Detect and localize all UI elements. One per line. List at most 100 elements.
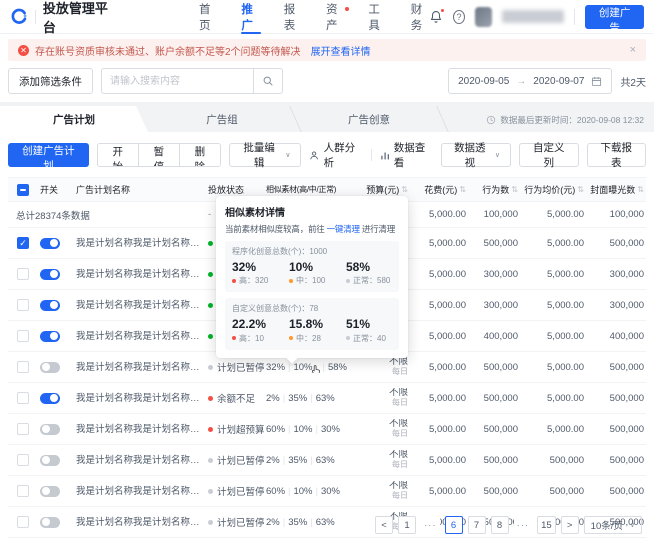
cover-expo-cell: 500,000 — [609, 423, 644, 435]
stat-column: 51% 正常：40 — [346, 317, 392, 343]
row-checkbox[interactable] — [17, 361, 29, 373]
alert-banner: ✕ 存在账号资质审核未通过、账户余额不足等2个问题等待解决 展开查看详情 × — [8, 39, 646, 61]
row-checkbox[interactable] — [17, 454, 29, 466]
date-range-picker[interactable]: 2020-09-05 → 2020-09-07 — [448, 68, 613, 94]
stat-column: 32% 高：320 — [232, 260, 278, 286]
nav-item-财务[interactable]: 财务 — [411, 0, 429, 34]
download-report-button[interactable]: 下载报表 — [586, 142, 647, 169]
custom-columns-button[interactable]: 自定义列 — [519, 142, 579, 169]
row-checkbox[interactable]: ✓ — [17, 237, 29, 249]
similar-material-cell[interactable]: 2% | 35% | 63% — [264, 517, 348, 528]
status-dot — [208, 302, 213, 308]
actions-cell: 300,000 — [483, 299, 518, 311]
data-view-button[interactable]: 数据查看 — [380, 140, 433, 170]
search-group — [101, 68, 283, 94]
status-cell: 余额不足 — [206, 391, 264, 405]
next-page-button[interactable]: > — [560, 516, 579, 534]
sim-value: 60% — [266, 485, 286, 497]
add-filter-button[interactable]: 添加筛选条件 — [8, 68, 93, 94]
avatar[interactable] — [475, 6, 492, 27]
row-checkbox[interactable] — [17, 299, 29, 311]
data-pivot-dropdown[interactable]: 数据透视 ∨ — [440, 142, 512, 169]
similar-material-cell[interactable]: 32%|10%|58% — [264, 361, 348, 373]
delete-button[interactable]: 删除 — [179, 144, 220, 166]
sort-icon[interactable]: ⇅ — [459, 185, 466, 194]
page-button-7[interactable]: 7 — [467, 516, 486, 534]
row-toggle[interactable] — [40, 485, 60, 497]
row-checkbox[interactable] — [17, 330, 29, 342]
tab-广告创意[interactable]: 广告创意 — [295, 106, 443, 132]
nav-item-资产[interactable]: 资产 — [326, 0, 350, 34]
row-checkbox[interactable] — [17, 268, 29, 280]
batch-edit-dropdown[interactable]: 批量编辑 ∨ — [228, 142, 302, 169]
nav-item-工具[interactable]: 工具 — [368, 0, 386, 34]
row-toggle[interactable] — [40, 454, 60, 466]
row-toggle[interactable] — [40, 268, 60, 280]
select-all-checkbox[interactable] — [17, 183, 29, 196]
cost-cell: 5,000.00 — [429, 237, 466, 249]
stat-percent: 58% — [346, 260, 371, 274]
plan-name: 我是计划名称我是计划名称我是计划名称 — [76, 423, 204, 435]
sort-icon[interactable]: ⇅ — [401, 185, 408, 194]
similar-material-cell[interactable]: 2% | 35% | 63% — [264, 455, 348, 466]
legend-text: 高：10 — [239, 333, 264, 343]
row-toggle[interactable] — [40, 392, 60, 404]
stat-percent: 51% — [346, 317, 371, 332]
stat-legend: 高：10 — [232, 333, 278, 344]
start-button[interactable]: 开始 — [97, 144, 139, 166]
row-checkbox[interactable] — [17, 516, 29, 528]
nav-item-首页[interactable]: 首页 — [199, 0, 217, 34]
page-button-8[interactable]: 8 — [490, 516, 509, 534]
page-size-select[interactable]: 10条/页 ∨ — [583, 516, 642, 534]
similar-material-cell[interactable]: 60% | 10% | 30% — [264, 486, 348, 497]
search-icon[interactable] — [253, 68, 283, 94]
similar-material-cell[interactable]: 2% | 35% | 63% — [264, 393, 348, 404]
row-checkbox[interactable] — [17, 392, 29, 404]
nav-item-报表[interactable]: 报表 — [284, 0, 302, 34]
stat-column: 15.8% 中：28 — [289, 317, 335, 343]
sim-value: 63% — [315, 392, 335, 404]
toggle-knob — [50, 301, 58, 309]
nav-item-推广[interactable]: 推广 — [241, 0, 259, 34]
tab-广告计划[interactable]: 广告计划 — [0, 106, 148, 132]
cover-expo-cell: 500,000 — [609, 392, 644, 404]
pause-button[interactable]: 暂停 — [138, 144, 180, 166]
row-toggle[interactable] — [40, 516, 60, 528]
similar-material-cell[interactable]: 60% | 10% | 30% — [264, 424, 348, 435]
sort-icon[interactable]: ⇅ — [577, 185, 584, 194]
row-toggle[interactable] — [40, 330, 60, 342]
page-button-15[interactable]: 15 — [537, 516, 556, 534]
tab-广告组[interactable]: 广告组 — [148, 106, 296, 132]
audience-analysis-button[interactable]: 人群分析 — [309, 140, 362, 170]
avg-price-cell: 5,000.00 — [547, 330, 584, 342]
page-button-1[interactable]: 1 — [398, 516, 417, 534]
actions-cell: 500,000 — [483, 485, 518, 497]
status-label: 计划已暂停 — [217, 456, 264, 467]
alert-close-icon[interactable]: × — [630, 44, 636, 56]
row-toggle[interactable] — [40, 361, 60, 373]
create-plan-button[interactable]: 创建广告计划 — [8, 143, 89, 172]
avg-price-cell: 5,000.00 — [547, 268, 584, 280]
stat-percent: 10% — [289, 260, 314, 274]
status-dot — [208, 395, 213, 401]
one-click-clean-link[interactable]: 一键清理 — [327, 224, 360, 234]
create-ad-button[interactable]: 创建广告 — [585, 4, 644, 34]
sim-value: 58% — [327, 361, 347, 373]
row-toggle[interactable] — [40, 423, 60, 435]
budget-value: 不限 — [388, 449, 408, 460]
sort-icon[interactable]: ⇅ — [511, 185, 518, 194]
row-checkbox[interactable] — [17, 485, 29, 497]
row-toggle[interactable] — [40, 237, 60, 249]
row-toggle[interactable] — [40, 299, 60, 311]
stat-column: 10% 中：100 — [289, 260, 335, 286]
row-checkbox[interactable] — [17, 423, 29, 435]
sort-icon[interactable]: ⇅ — [637, 185, 644, 194]
cost-cell: 5,000.00 — [429, 299, 466, 311]
plan-name: 我是计划名称我是计划名称我是计划名称 — [76, 268, 204, 280]
prev-page-button[interactable]: < — [375, 516, 394, 534]
page-button-6[interactable]: 6 — [444, 516, 463, 534]
notification-bell-icon[interactable] — [429, 7, 446, 24]
search-input[interactable] — [101, 68, 253, 94]
help-icon[interactable]: ? — [453, 9, 465, 24]
alert-expand-link[interactable]: 展开查看详情 — [311, 43, 371, 58]
